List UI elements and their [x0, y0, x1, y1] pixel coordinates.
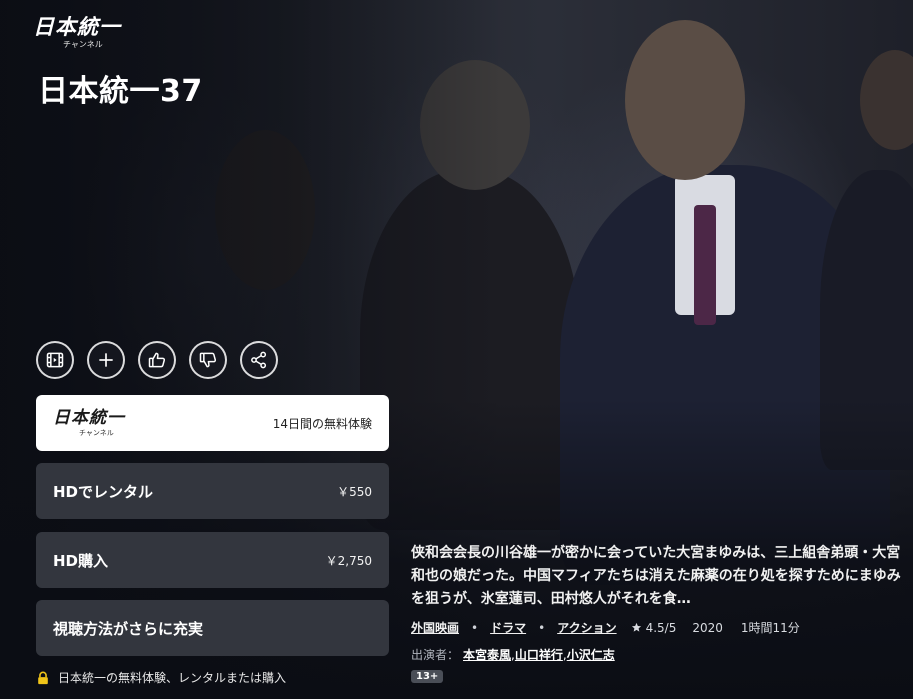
rent-hd-button[interactable]: HDでレンタル ￥550: [36, 463, 389, 519]
genre-link[interactable]: アクション: [557, 619, 616, 636]
genre-link[interactable]: ドラマ: [490, 619, 526, 636]
plus-icon: [99, 353, 113, 367]
rating-value: 4.5/5: [645, 620, 677, 635]
more-ways-to-watch-button[interactable]: 視聴方法がさらに充実: [36, 600, 389, 656]
channel-logo-main: 日本統一: [33, 14, 121, 39]
channel-card-logo-sub: チャンネル: [79, 429, 114, 437]
channel-logo-sub: チャンネル: [63, 40, 103, 49]
channel-trial-option[interactable]: 日本統一 チャンネル 14日間の無料体験: [36, 395, 389, 451]
metadata-row: 外国映画 • ドラマ • アクション 4.5/5 2020 1時間11分: [411, 619, 800, 636]
more-ways-label: 視聴方法がさらに充実: [53, 619, 204, 638]
cast-row: 出演者： 本宮泰風 , 山口祥行 , 小沢仁志: [411, 646, 615, 663]
rating: 4.5/5: [631, 620, 677, 635]
trailer-button[interactable]: [36, 341, 74, 379]
rent-hd-price: ￥550: [337, 484, 372, 499]
lock-icon: [38, 671, 48, 684]
action-bar: [36, 341, 278, 379]
duration: 1時間11分: [740, 621, 800, 635]
channel-card-logo-main: 日本統一: [53, 408, 125, 428]
purchase-notice: 日本統一の無料体験、レンタルまたは購入: [36, 669, 286, 686]
film-icon: [46, 352, 64, 368]
page-title: 日本統一37: [38, 74, 203, 109]
purchase-notice-text: 日本統一の無料体験、レンタルまたは購入: [58, 671, 287, 685]
buy-hd-button[interactable]: HD購入 ￥2,750: [36, 532, 389, 588]
buy-hd-price: ￥2,750: [325, 553, 372, 568]
channel-logo: 日本統一 チャンネル: [33, 14, 129, 58]
age-rating-badge: 13+: [411, 670, 444, 683]
share-icon: [251, 351, 267, 369]
release-year: 2020: [692, 620, 723, 635]
channel-card-logo: 日本統一 チャンネル: [53, 408, 125, 438]
thumbs-down-icon: [199, 352, 217, 368]
genre-link[interactable]: 外国映画: [411, 619, 459, 636]
dislike-button[interactable]: [189, 341, 227, 379]
synopsis: 侠和会会長の川谷雄一が密かに会っていた大宮まゆみは、三上組舎弟頭・大宮和也の娘だ…: [411, 545, 901, 607]
like-button[interactable]: [138, 341, 176, 379]
separator-dot: •: [538, 620, 546, 635]
add-to-watchlist-button[interactable]: [87, 341, 125, 379]
cast-link[interactable]: 山口祥行: [515, 646, 563, 663]
star-icon: [631, 622, 641, 632]
cast-label: 出演者：: [411, 648, 460, 662]
cast-link[interactable]: 本宮泰風: [463, 646, 511, 663]
buy-hd-label: HD購入: [53, 551, 109, 570]
free-trial-label: 14日間の無料体験: [272, 416, 372, 431]
rent-hd-label: HDでレンタル: [53, 482, 154, 501]
thumbs-up-icon: [148, 352, 166, 368]
separator-dot: •: [471, 620, 479, 635]
share-button[interactable]: [240, 341, 278, 379]
cast-link[interactable]: 小沢仁志: [567, 646, 615, 663]
